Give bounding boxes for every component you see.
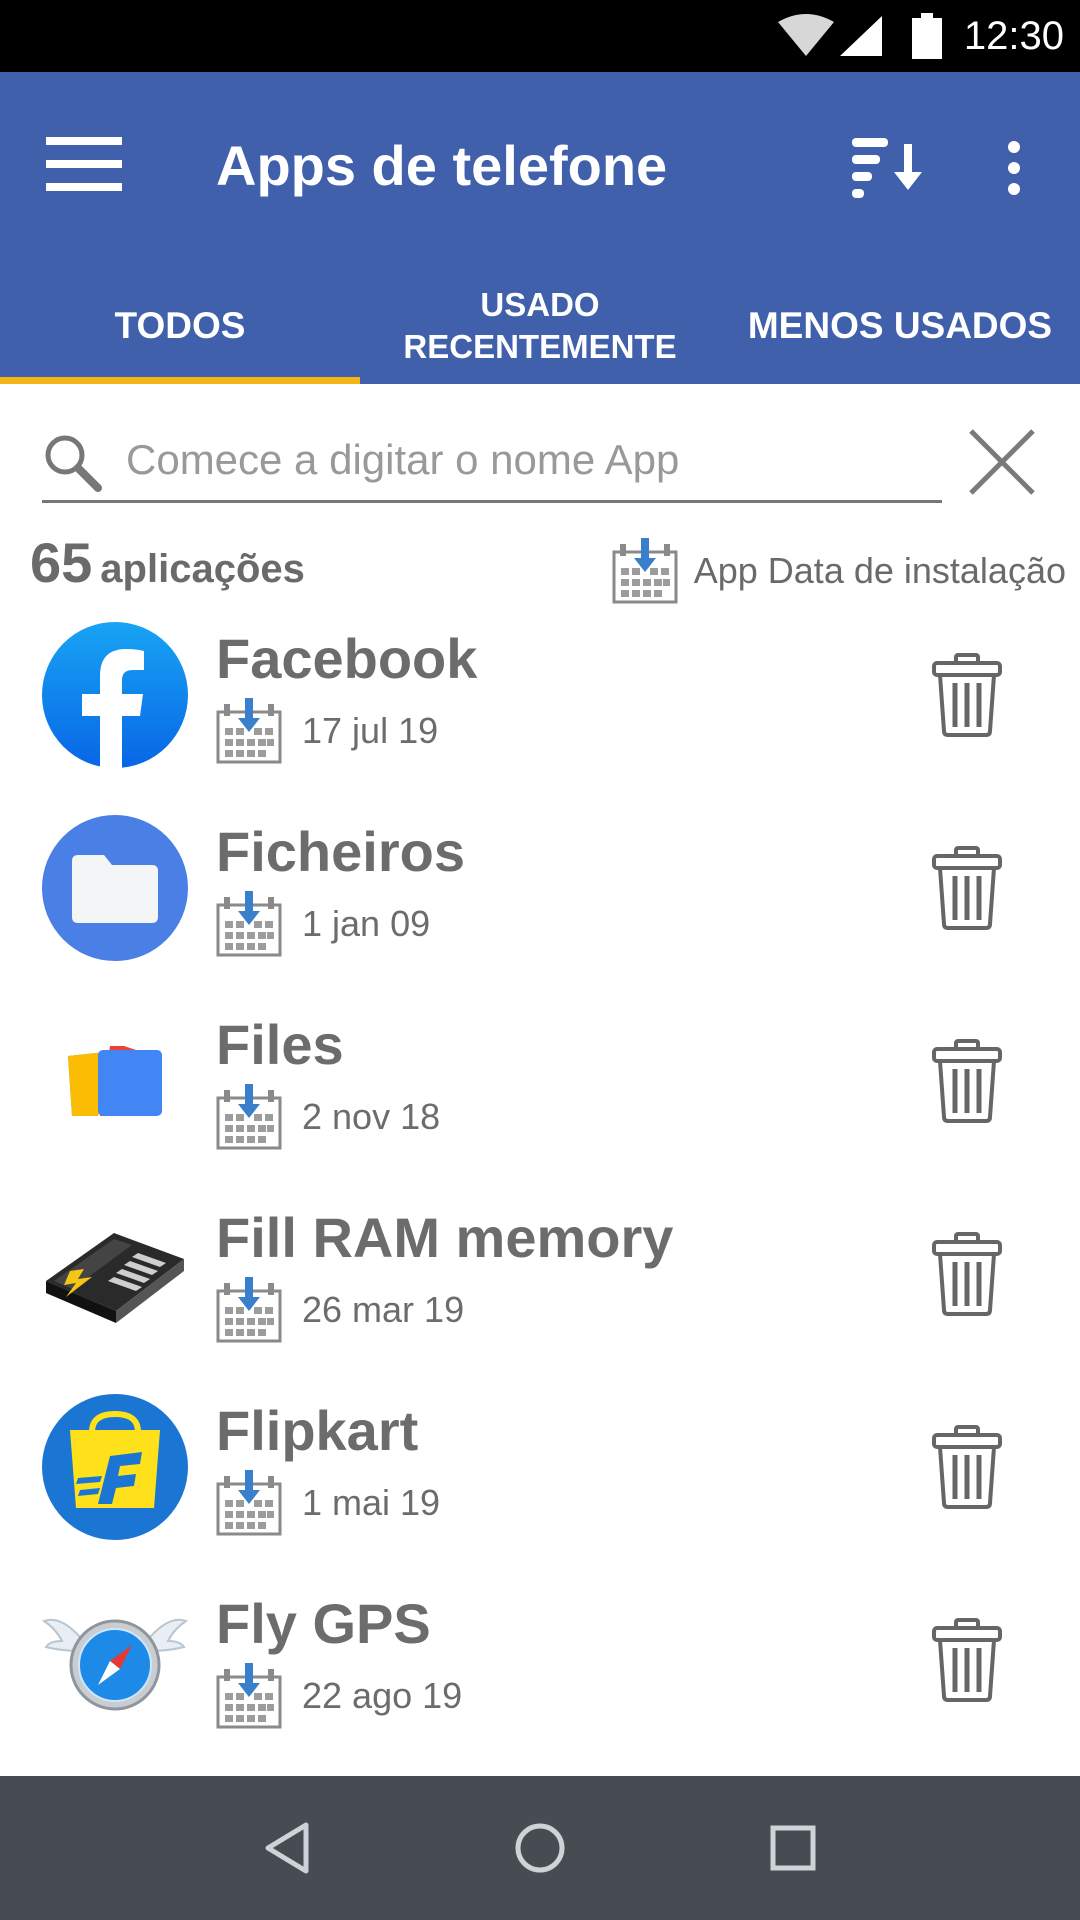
tab-bar: TODOS USADO RECENTEMENTE MENOS USADOS: [0, 268, 1080, 384]
list-item[interactable]: Files 2 nov 18: [0, 998, 1080, 1191]
app-name: Files: [216, 1013, 344, 1076]
app-date: 2 nov 18: [302, 1096, 441, 1137]
tab-label: TODOS: [114, 305, 246, 346]
status-time: 12:30: [963, 13, 1064, 58]
app-name: Fill RAM memory: [216, 1206, 674, 1269]
delete-button[interactable]: [920, 1026, 1014, 1136]
list-item[interactable]: Facebook 17 jul 19: [0, 612, 1080, 805]
calendar-download-icon: [216, 1084, 282, 1150]
trash-icon: [932, 1232, 1002, 1316]
app-date: 22 ago 19: [302, 1675, 463, 1716]
app-date: 17 jul 19: [302, 710, 439, 751]
install-date: 26 mar 19: [216, 1277, 464, 1343]
menu-icon: [46, 137, 122, 191]
facebook-icon: [42, 622, 188, 770]
app-count-number: 65: [30, 531, 93, 594]
app-count: 65 aplicações: [30, 530, 305, 595]
sort-button[interactable]: [840, 120, 936, 216]
list-item[interactable]: Fly GPS 22 ago 19: [0, 1577, 1080, 1770]
app-count-label: aplicações: [100, 547, 305, 591]
status-icons: 12:30: [777, 0, 1080, 72]
delete-button[interactable]: [920, 833, 1014, 943]
files-icon: [68, 1046, 162, 1116]
trash-icon: [932, 846, 1002, 930]
app-date: 1 mai 19: [302, 1482, 441, 1523]
sort-label: App Data de instalação: [693, 550, 1066, 591]
list-item[interactable]: Flipkart 1 mai 19: [0, 1384, 1080, 1577]
delete-button[interactable]: [920, 1412, 1014, 1522]
app-bar: Apps de telefone TODOS USADO RECENTEMENT…: [0, 72, 1080, 384]
app-date: 1 jan 09: [302, 903, 431, 944]
install-date: 1 mai 19: [216, 1470, 440, 1536]
home-button[interactable]: [480, 1788, 600, 1908]
tab-todos[interactable]: TODOS: [0, 268, 360, 384]
calendar-download-icon: [216, 1663, 282, 1729]
compass-wings-icon: [41, 1618, 189, 1711]
tab-menos-usados[interactable]: MENOS USADOS: [720, 268, 1080, 384]
trash-icon: [932, 1618, 1002, 1702]
trash-icon: [932, 1425, 1002, 1509]
delete-button[interactable]: [920, 1219, 1014, 1329]
delete-button[interactable]: [920, 640, 1014, 750]
navigation-bar: [0, 1776, 1080, 1920]
install-date: 22 ago 19: [216, 1663, 462, 1729]
back-button[interactable]: [227, 1788, 347, 1908]
calendar-download-icon: [612, 538, 678, 604]
menu-button[interactable]: [36, 124, 132, 204]
more-options-button[interactable]: [970, 120, 1058, 216]
list-item[interactable]: Fill RAM memory 26 mar 19: [0, 1191, 1080, 1384]
trash-icon: [932, 653, 1002, 737]
sort-icon: [852, 138, 922, 198]
calendar-download-icon: [216, 891, 282, 957]
app-list: Facebook 17 jul 19 Ficheiros 1 jan 09 Fi…: [0, 612, 1080, 1770]
app-name: Fly GPS: [216, 1592, 431, 1655]
calendar-download-icon: [216, 698, 282, 764]
app-name: Ficheiros: [216, 820, 465, 883]
install-date: 17 jul 19: [216, 698, 438, 764]
search-bar: [42, 420, 942, 503]
search-icon: [45, 435, 102, 492]
delete-button[interactable]: [920, 1605, 1014, 1715]
calendar-download-icon: [216, 1277, 282, 1343]
search-input[interactable]: [126, 430, 926, 490]
flipkart-icon: [42, 1394, 188, 1540]
status-bar: 12:30: [0, 0, 1080, 72]
recents-button[interactable]: [733, 1788, 853, 1908]
trash-icon: [932, 1039, 1002, 1123]
signal-icon: [839, 16, 882, 56]
tab-label: USADO RECENTEMENTE: [403, 286, 677, 365]
tab-indicator: [0, 377, 360, 384]
tab-label: MENOS USADOS: [747, 305, 1053, 346]
ram-chip-icon: [46, 1233, 184, 1323]
back-icon: [265, 1822, 309, 1874]
clear-search-button[interactable]: [960, 420, 1044, 504]
list-item[interactable]: Ficheiros 1 jan 09: [0, 805, 1080, 998]
folder-icon: [42, 815, 188, 961]
tab-usado-recentemente[interactable]: USADO RECENTEMENTE: [360, 268, 720, 384]
home-icon: [515, 1823, 565, 1873]
install-date: 2 nov 18: [216, 1084, 440, 1150]
calendar-download-icon: [216, 1470, 282, 1536]
app-name: Facebook: [216, 627, 478, 690]
sort-by-install-date[interactable]: App Data de instalação: [612, 538, 1066, 604]
wifi-icon: [777, 14, 834, 56]
app-date: 26 mar 19: [302, 1289, 465, 1330]
recents-icon: [770, 1825, 816, 1871]
close-icon: [969, 429, 1035, 495]
more-vert-icon: [1008, 141, 1020, 195]
app-name: Flipkart: [216, 1399, 419, 1462]
install-date: 1 jan 09: [216, 891, 430, 957]
app-title: Apps de telefone: [216, 134, 668, 197]
battery-icon: [911, 13, 942, 59]
